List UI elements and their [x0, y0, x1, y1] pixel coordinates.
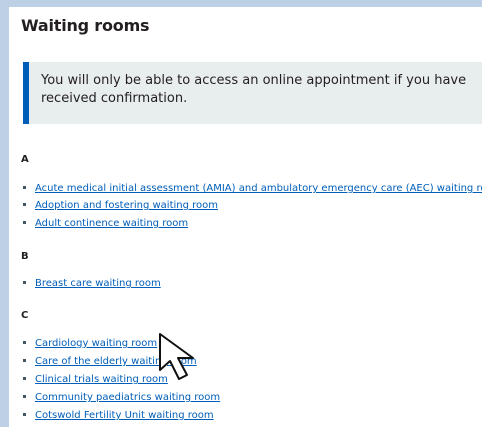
notice-accent-bar — [23, 62, 29, 124]
bullet-icon — [23, 280, 26, 284]
list-item: Clinical trials waiting room — [23, 374, 168, 386]
info-notice: You will only be able to access an onlin… — [23, 62, 482, 124]
list-item: Cardiology waiting room — [23, 338, 157, 350]
bullet-icon — [23, 412, 26, 416]
bullet-icon — [23, 376, 26, 380]
notice-text: You will only be able to access an onlin… — [41, 73, 467, 106]
waiting-room-link[interactable]: Cotswold Fertility Unit waiting room — [35, 410, 214, 421]
main-content: Waiting rooms You will only be able to a… — [9, 7, 482, 427]
section-heading-a: A — [21, 154, 29, 165]
section-heading-b: B — [21, 251, 29, 262]
waiting-room-link[interactable]: Adult continence waiting room — [35, 218, 188, 229]
bullet-icon — [23, 220, 26, 224]
bullet-icon — [23, 358, 26, 362]
waiting-room-link[interactable]: Acute medical initial assessment (AMIA) … — [35, 183, 482, 194]
list-item: Acute medical initial assessment (AMIA) … — [23, 183, 482, 195]
waiting-room-link[interactable]: Cardiology waiting room — [35, 338, 157, 349]
waiting-room-link[interactable]: Clinical trials waiting room — [35, 374, 168, 385]
list-item: Cotswold Fertility Unit waiting room — [23, 410, 214, 422]
waiting-room-link[interactable]: Community paediatrics waiting room — [35, 392, 220, 403]
page-title: Waiting rooms — [21, 16, 150, 35]
list-item: Adult continence waiting room — [23, 218, 188, 230]
list-item: Adoption and fostering waiting room — [23, 200, 218, 212]
bullet-icon — [23, 185, 26, 189]
waiting-room-link[interactable]: Breast care waiting room — [35, 278, 161, 289]
list-item: Breast care waiting room — [23, 278, 161, 290]
bullet-icon — [23, 202, 26, 206]
mouse-pointer-icon — [159, 333, 194, 380]
bullet-icon — [23, 394, 26, 398]
list-item: Community paediatrics waiting room — [23, 392, 220, 404]
waiting-room-link[interactable]: Adoption and fostering waiting room — [35, 200, 218, 211]
section-heading-c: C — [21, 310, 29, 321]
bullet-icon — [23, 340, 26, 344]
